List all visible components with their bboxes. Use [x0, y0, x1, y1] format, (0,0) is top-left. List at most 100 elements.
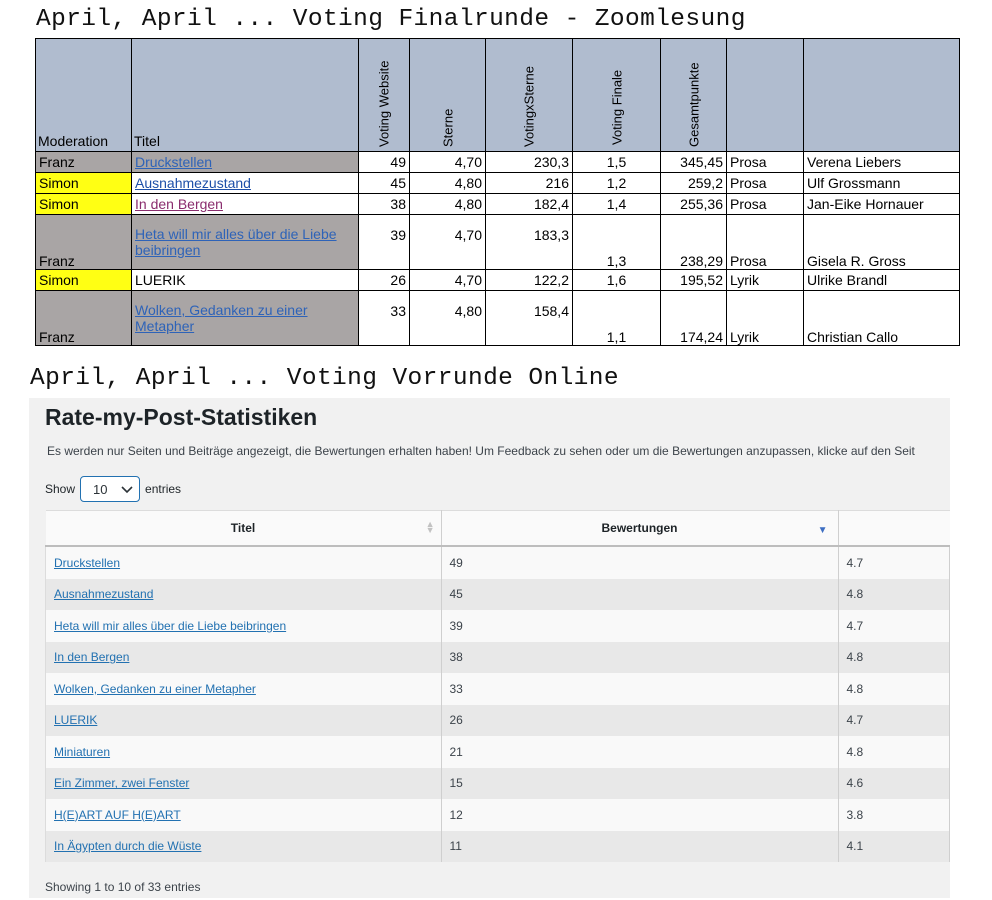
stars-cell: 4,80 — [409, 172, 486, 194]
stars-cell: 4,70 — [409, 269, 486, 291]
title-link[interactable]: Ausnahmezustand — [135, 175, 251, 191]
average-cell: 4.6 — [838, 767, 950, 799]
table-row: LUERIK 26 4.7 — [45, 704, 950, 736]
votes-cell: 38 — [358, 193, 410, 215]
votes-cell: 33 — [358, 290, 410, 346]
title-cell: In den Bergen — [131, 193, 359, 215]
title-cell: Wolken, Gedanken zu einer Metapher — [45, 673, 442, 705]
stars-cell: 4,70 — [409, 214, 486, 270]
average-cell: 4.7 — [838, 704, 950, 736]
post-link[interactable]: Heta will mir alles über die Liebe beibr… — [54, 619, 286, 633]
page-length-control: Show 10 entries — [45, 476, 181, 502]
sort-icon: ▲ ▼ — [425, 519, 435, 535]
final-cell: 1,6 — [572, 269, 661, 291]
table-row: H(E)ART AUF H(E)ART 12 3.8 — [45, 799, 950, 831]
moderator-cell: Simon — [35, 269, 132, 291]
final-cell: 1,2 — [572, 172, 661, 194]
moderator-cell: Franz — [35, 290, 132, 346]
title-link[interactable]: Heta will mir alles über die Liebe beibri… — [135, 226, 337, 258]
title-link[interactable]: Druckstellen — [135, 154, 212, 170]
post-link[interactable]: In Ägypten durch die Wüste — [54, 839, 201, 853]
author-cell: Verena Liebers — [803, 151, 960, 173]
title-cell: Druckstellen — [45, 546, 442, 579]
table-row: Miniaturen 21 4.8 — [45, 736, 950, 768]
average-cell: 4.7 — [838, 546, 950, 579]
post-link[interactable]: Wolken, Gedanken zu einer Metapher — [54, 682, 256, 696]
average-cell: 4.7 — [838, 610, 950, 642]
header-votingxsterne: VotingxSterne — [485, 38, 573, 152]
header-voting-website: Voting Website — [358, 38, 410, 152]
header-voting-finale: Voting Finale — [572, 38, 661, 152]
ratings-table: Titel ▲ ▼ Bewertungen ▼ Druckstellen 49 4… — [45, 510, 950, 862]
table-row: Simon LUERIK 26 4,70 122,2 1,6 195,52 Ly… — [35, 269, 960, 291]
header-genre — [726, 38, 804, 152]
title-link[interactable]: Wolken, Gedanken zu einer Metapher — [135, 302, 308, 334]
stars-cell: 4,70 — [409, 151, 486, 173]
table-row: Druckstellen 49 4.7 — [45, 546, 950, 579]
post-link[interactable]: H(E)ART AUF H(E)ART — [54, 808, 181, 822]
table-row: Ausnahmezustand 45 4.8 — [45, 578, 950, 610]
average-cell: 4.1 — [838, 830, 950, 862]
average-cell: 4.8 — [838, 673, 950, 705]
title-cell: Heta will mir alles über die Liebe beibr… — [45, 610, 442, 642]
post-link[interactable]: Ausnahmezustand — [54, 587, 153, 601]
page-length-select[interactable]: 10 — [80, 476, 141, 502]
votes-cell: 45 — [441, 578, 839, 610]
total-cell: 259,2 — [660, 172, 727, 194]
post-link[interactable]: Miniaturen — [54, 745, 110, 759]
genre-cell: Prosa — [726, 214, 804, 270]
total-cell: 345,45 — [660, 151, 727, 173]
column-header-titel[interactable]: Titel ▲ ▼ — [45, 510, 442, 547]
vxs-cell: 216 — [485, 172, 573, 194]
column-header-bewertungen[interactable]: Bewertungen ▼ — [441, 510, 839, 547]
header-titel: Titel — [131, 38, 359, 152]
post-link[interactable]: LUERIK — [54, 713, 97, 727]
average-cell: 3.8 — [838, 799, 950, 831]
total-cell: 174,24 — [660, 290, 727, 346]
title-cell: Wolken, Gedanken zu einer Metapher — [131, 290, 359, 346]
table-row: Franz Druckstellen 49 4,70 230,3 1,5 345… — [35, 151, 960, 173]
votes-cell: 15 — [441, 767, 839, 799]
author-cell: Christian Callo — [803, 290, 960, 346]
final-cell: 1,4 — [572, 193, 661, 215]
total-cell: 238,29 — [660, 214, 727, 270]
genre-cell: Lyrik — [726, 269, 804, 291]
header-sterne: Sterne — [409, 38, 486, 152]
column-header-average[interactable] — [838, 510, 950, 547]
final-round-table: Moderation Titel Voting Website Sterne V… — [35, 38, 960, 346]
title-link[interactable]: In den Bergen — [135, 196, 223, 212]
author-cell: Ulrike Brandl — [803, 269, 960, 291]
header-author — [803, 38, 960, 152]
post-link[interactable]: In den Bergen — [54, 650, 129, 664]
table-row: Franz Heta will mir alles über die Liebe… — [35, 214, 960, 270]
author-cell: Gisela R. Gross — [803, 214, 960, 270]
final-cell: 1,1 — [572, 290, 661, 346]
show-label: Show — [45, 482, 76, 496]
page-description: Es werden nur Seiten und Beiträge angeze… — [47, 444, 915, 458]
title-cell: LUERIK — [45, 704, 442, 736]
votes-cell: 49 — [358, 151, 410, 173]
votes-cell: 49 — [441, 546, 839, 579]
table-info: Showing 1 to 10 of 33 entries — [45, 880, 201, 894]
final-round-heading: April, April ... Voting Finalrunde - Zoo… — [36, 6, 746, 33]
votes-cell: 33 — [441, 673, 839, 705]
genre-cell: Prosa — [726, 151, 804, 173]
title-cell: Heta will mir alles über die Liebe beibri… — [131, 214, 359, 270]
votes-cell: 26 — [358, 269, 410, 291]
title-cell: Druckstellen — [131, 151, 359, 173]
stars-cell: 4,80 — [409, 290, 486, 346]
page-title: Rate-my-Post-Statistiken — [45, 404, 318, 430]
moderator-cell: Simon — [35, 193, 132, 215]
post-link[interactable]: Druckstellen — [54, 556, 120, 570]
votes-cell: 45 — [358, 172, 410, 194]
post-link[interactable]: Ein Zimmer, zwei Fenster — [54, 776, 189, 790]
table-row: Franz Wolken, Gedanken zu einer Metapher … — [35, 290, 960, 346]
table-row: In Ägypten durch die Wüste 11 4.1 — [45, 830, 950, 862]
preliminary-round-heading: April, April ... Voting Vorrunde Online — [30, 365, 619, 392]
header-gesamtpunkte: Gesamtpunkte — [660, 38, 727, 152]
vxs-cell: 158,4 — [485, 290, 573, 346]
table-row: In den Bergen 38 4.8 — [45, 641, 950, 673]
sort-descending-icon: ▼ — [817, 525, 828, 536]
rate-my-post-panel: Rate-my-Post-Statistiken Es werden nur S… — [29, 398, 950, 898]
title-cell: In Ägypten durch die Wüste — [45, 830, 442, 862]
